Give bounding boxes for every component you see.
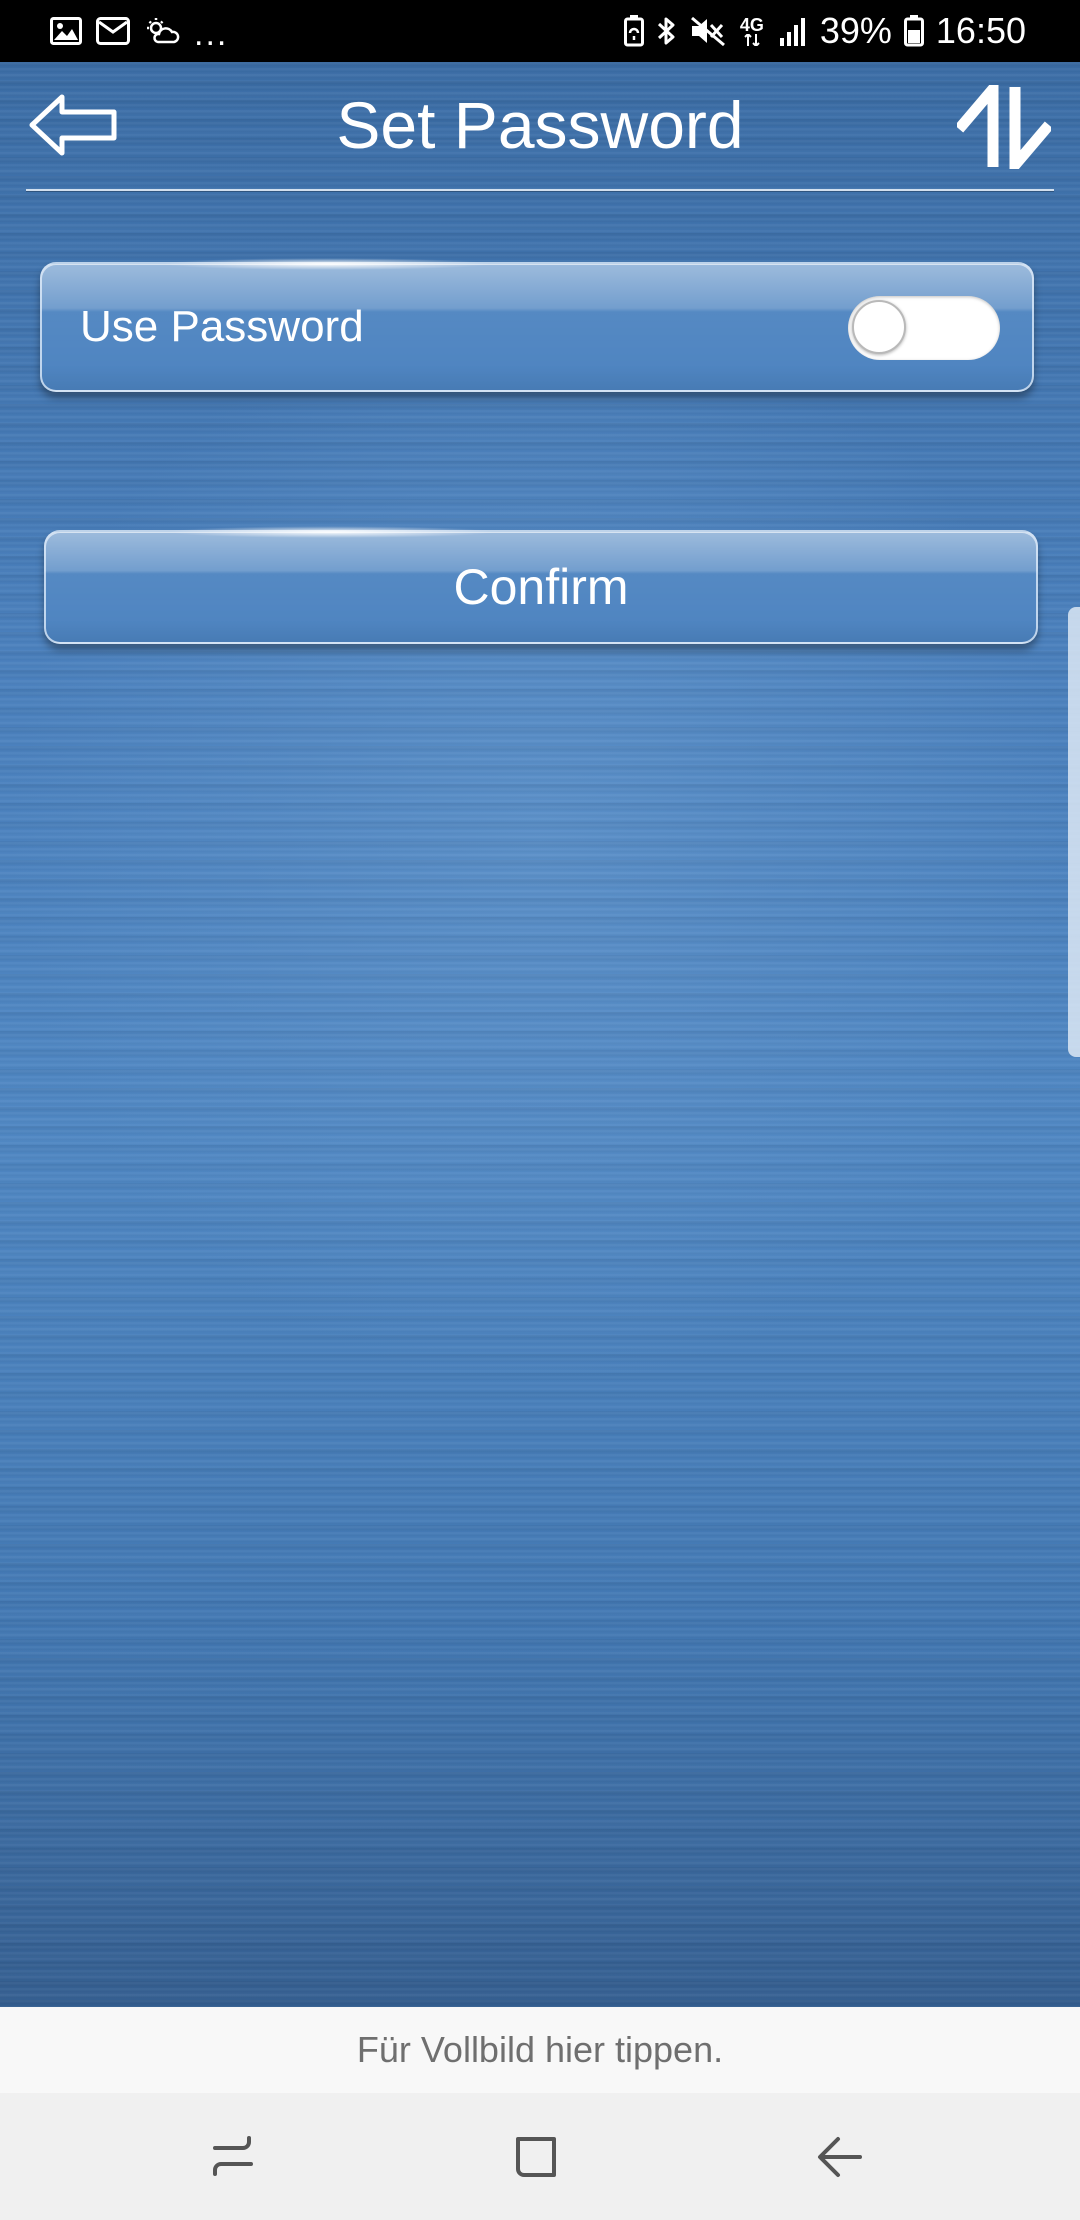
fullscreen-hint[interactable]: Für Vollbild hier tippen. [0,2007,1080,2093]
navigation-bar [0,2093,1080,2220]
home-button[interactable] [466,2093,606,2220]
overflow-dots: ... [194,15,229,53]
gallery-icon [50,17,82,45]
status-bar-notifications: ... [50,0,228,62]
back-arrow-icon [29,94,117,156]
use-password-toggle[interactable] [848,296,1000,360]
back-button[interactable] [24,90,124,160]
screen: ... 4G 39% 16:50 Set Password Use Passwo… [0,0,1080,2220]
toggle-knob [852,300,906,354]
header: Set Password [0,62,1080,191]
clock: 16:50 [935,10,1026,51]
confirm-button[interactable]: Confirm [44,526,1038,644]
status-bar-system: 4G 39% 16:50 [623,0,1026,62]
use-password-label: Use Password [80,302,364,351]
use-password-row: Use Password [40,258,1034,392]
status-bar: ... 4G 39% 16:50 [0,0,1080,62]
scroll-indicator[interactable] [1068,607,1080,1057]
home-icon [516,2136,556,2177]
confirm-label: Confirm [453,559,629,615]
network-label: 4G [739,15,764,35]
bluetooth-icon [656,15,678,47]
battery-percent: 39% [819,10,892,51]
signal-icon [778,16,808,46]
recents-button[interactable] [163,2093,303,2220]
recents-icon [213,2135,253,2176]
back-nav-button[interactable] [770,2093,910,2220]
battery-saver-icon [623,15,644,47]
app-content: Set Password Use Password Confirm [0,62,1080,2007]
mute-icon [690,15,726,47]
sync-button[interactable] [954,85,1054,169]
email-icon [96,17,130,45]
header-divider [26,189,1054,191]
sync-arrows-icon [957,85,1051,169]
network-type: 4G [738,16,766,46]
back-icon [818,2136,862,2177]
page-title: Set Password [336,88,744,162]
battery-icon [903,15,924,47]
weather-icon [144,16,180,46]
